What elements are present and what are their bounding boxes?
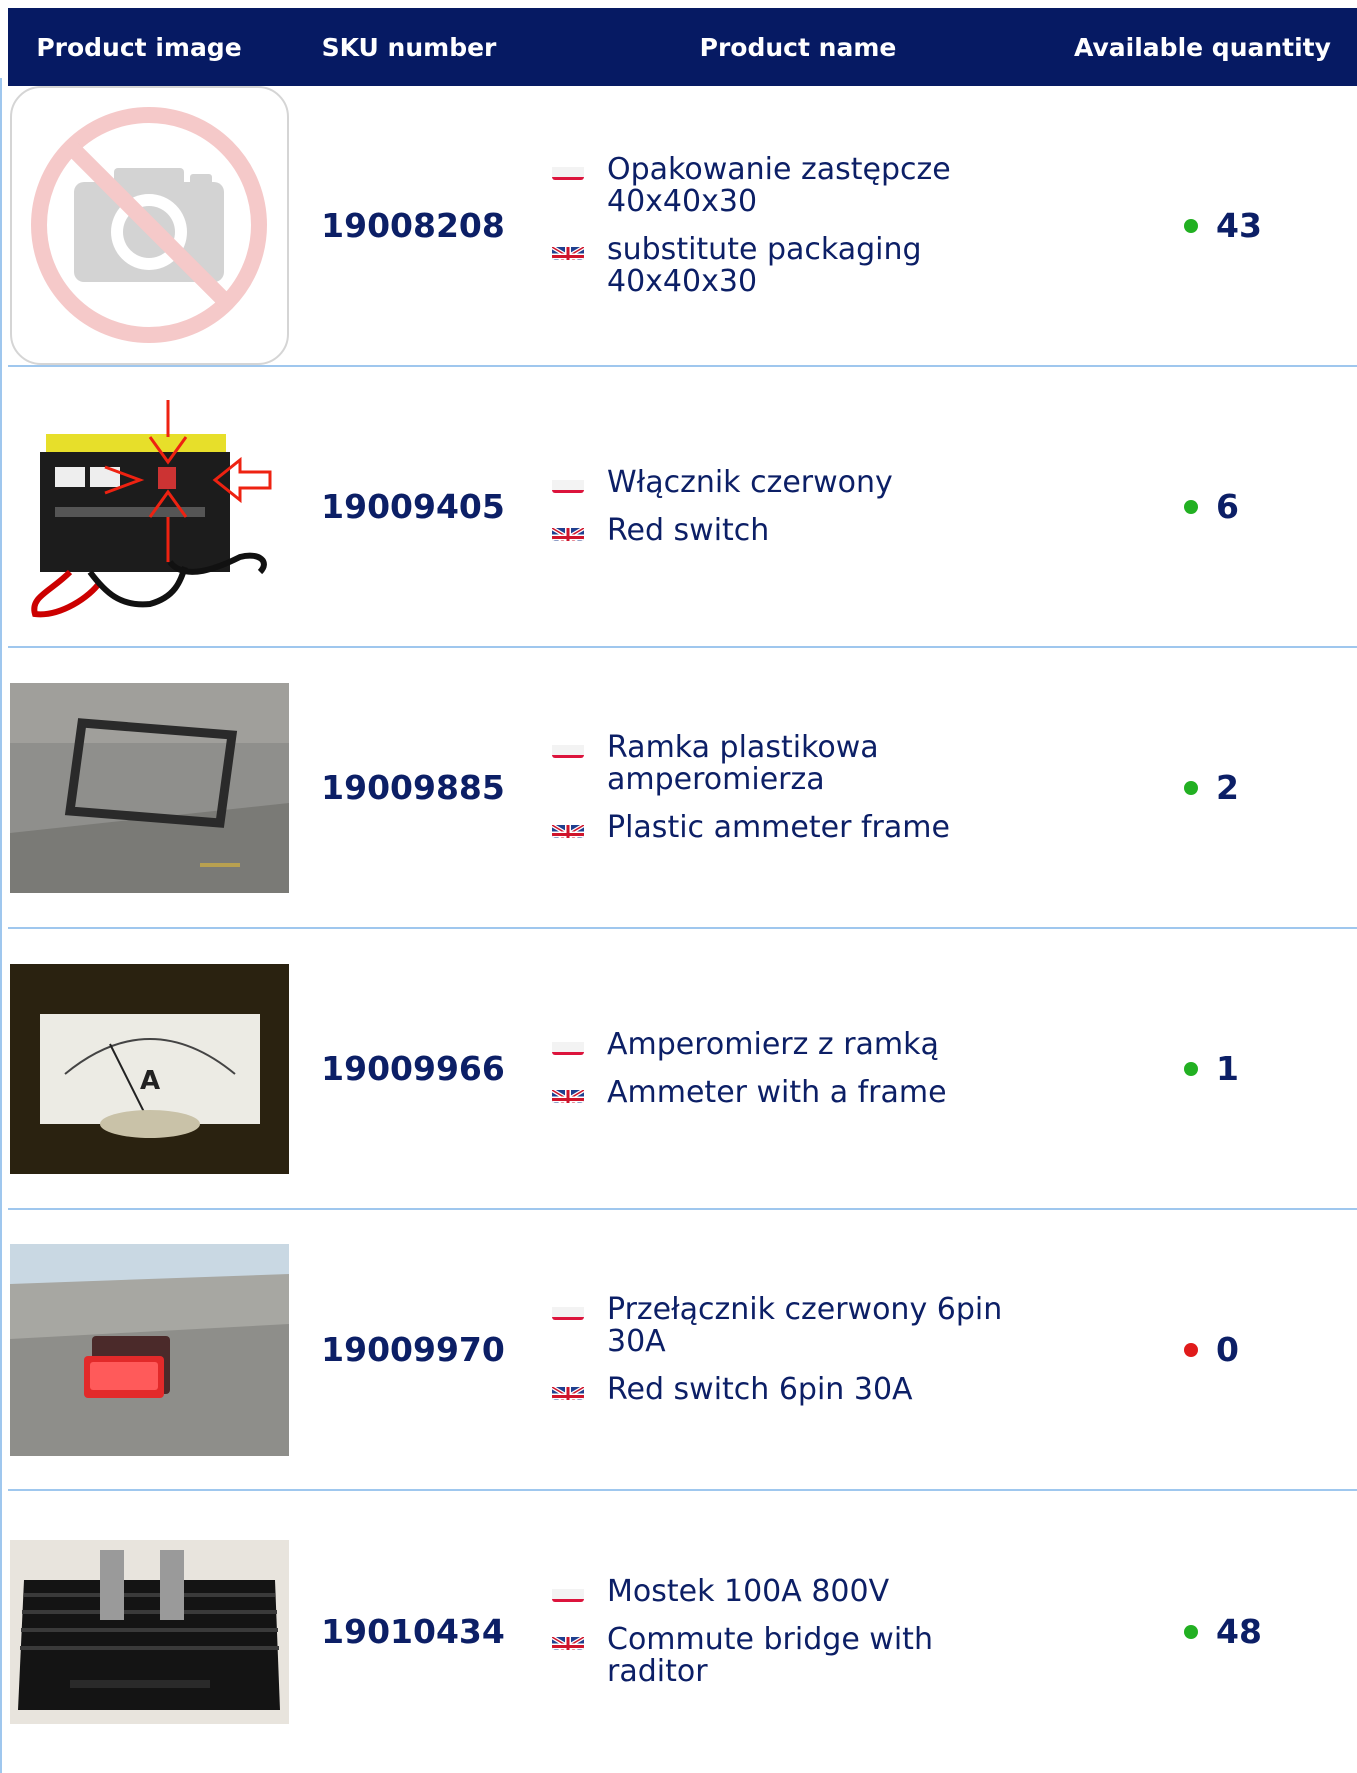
product-image-ammeter[interactable]: A <box>10 963 289 1174</box>
product-image-no-photo[interactable] <box>10 86 289 365</box>
product-name-pl: Opakowanie zastępcze 40x40x30 <box>607 151 951 219</box>
available-quantity: 0 <box>1216 1330 1239 1369</box>
product-name-en: Commute bridge with raditor <box>607 1621 933 1689</box>
svg-text:A: A <box>140 1066 160 1096</box>
stock-status-dot <box>1184 218 1198 233</box>
table-row[interactable]: 19009970 Przełącznik czerwony 6pin 30A R… <box>8 1210 1357 1491</box>
col-header-image[interactable]: Product image <box>8 8 270 86</box>
available-quantity: 6 <box>1216 487 1239 526</box>
col-header-sku[interactable]: SKU number <box>270 8 548 86</box>
product-table: Product image SKU number Product name Av… <box>8 8 1357 1772</box>
stock-status-dot <box>1184 1342 1198 1357</box>
available-quantity: 43 <box>1216 206 1262 245</box>
product-image-bridge[interactable] <box>10 1539 289 1724</box>
sku-number[interactable]: 19009885 <box>290 648 536 927</box>
available-quantity: 2 <box>1216 768 1239 807</box>
uk-flag-icon <box>552 241 584 260</box>
stock-status-dot <box>1184 780 1198 795</box>
sku-number[interactable]: 19010434 <box>290 1491 536 1772</box>
uk-flag-icon <box>552 522 584 541</box>
product-name-en: Red switch 6pin 30A <box>607 1371 913 1407</box>
product-name-pl: Amperomierz z ramką <box>607 1026 939 1062</box>
pl-flag-icon <box>552 1583 584 1602</box>
available-quantity: 48 <box>1216 1612 1262 1651</box>
pl-flag-icon <box>552 474 584 493</box>
sku-number[interactable]: 19009970 <box>290 1210 536 1489</box>
product-image-charger[interactable] <box>10 391 289 622</box>
sku-number[interactable]: 19009966 <box>290 929 536 1208</box>
stock-status-dot <box>1184 1624 1198 1639</box>
available-quantity: 1 <box>1216 1049 1239 1088</box>
product-name-en: Plastic ammeter frame <box>607 809 950 845</box>
pl-flag-icon <box>552 1036 584 1055</box>
product-name-en: Ammeter with a frame <box>607 1074 947 1110</box>
pl-flag-icon <box>552 1301 584 1320</box>
col-header-name[interactable]: Product name <box>548 8 1048 86</box>
table-row[interactable]: 19008208 Opakowanie zastępcze 40x40x30 s… <box>8 86 1357 367</box>
sku-number[interactable]: 19008208 <box>290 86 536 365</box>
col-header-qty[interactable]: Available quantity <box>1048 8 1357 86</box>
product-image-red-switch[interactable] <box>10 1243 289 1456</box>
table-row[interactable]: A 19009966 Amperomierz z ramką Ammeter w… <box>8 929 1357 1210</box>
product-name-pl: Włącznik czerwony <box>607 464 893 500</box>
stock-status-dot <box>1184 1061 1198 1076</box>
product-image-frame[interactable] <box>10 682 289 893</box>
uk-flag-icon <box>552 1381 584 1400</box>
table-row[interactable]: 19010434 Mostek 100A 800V Commute bridge… <box>8 1491 1357 1772</box>
table-row[interactable]: 19009405 Włącznik czerwony Red switch 6 <box>8 367 1357 648</box>
pl-flag-icon <box>552 161 584 180</box>
stock-status-dot <box>1184 499 1198 514</box>
table-left-border <box>0 78 2 1773</box>
product-name-en: substitute packaging 40x40x30 <box>607 231 922 299</box>
table-header: Product image SKU number Product name Av… <box>8 8 1357 86</box>
uk-flag-icon <box>552 819 584 838</box>
sku-number[interactable]: 19009405 <box>290 367 536 646</box>
uk-flag-icon <box>552 1084 584 1103</box>
table-row[interactable]: 19009885 Ramka plastikowa amperomierza P… <box>8 648 1357 929</box>
product-name-pl: Ramka plastikowa amperomierza <box>607 729 879 797</box>
product-name-pl: Mostek 100A 800V <box>607 1573 890 1609</box>
pl-flag-icon <box>552 739 584 758</box>
product-name-pl: Przełącznik czerwony 6pin 30A <box>607 1291 1003 1359</box>
uk-flag-icon <box>552 1631 584 1650</box>
product-name-en: Red switch <box>607 512 770 548</box>
